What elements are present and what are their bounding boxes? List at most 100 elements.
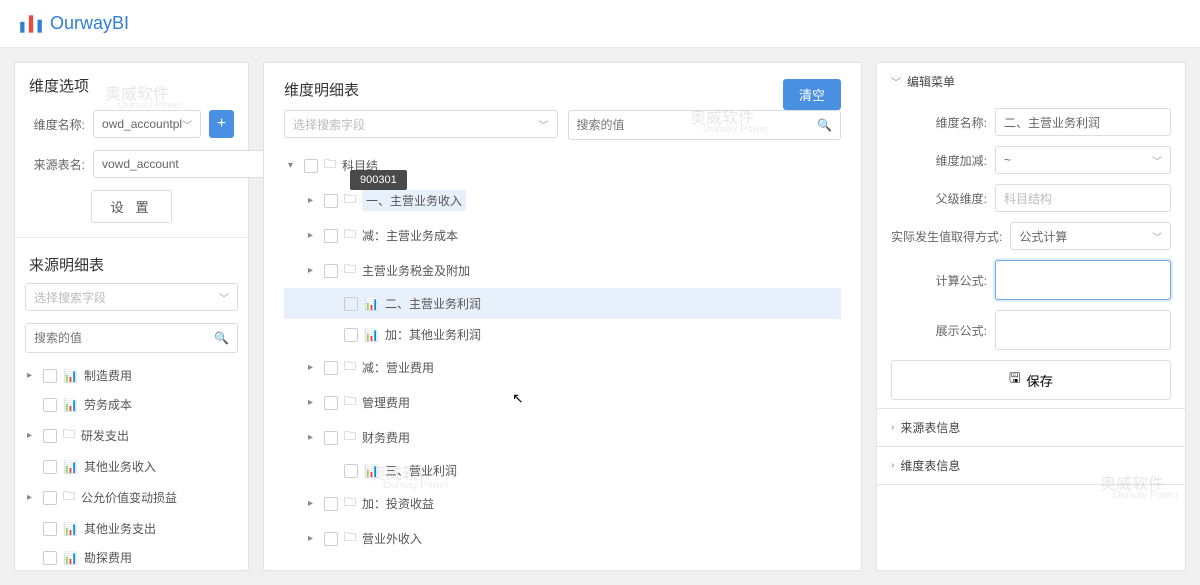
chevron-down-icon: ﹀	[539, 117, 549, 132]
r-parent-input[interactable]	[995, 184, 1171, 212]
checkbox[interactable]	[43, 491, 57, 505]
caret-icon: ▸	[27, 430, 37, 441]
source-table-input[interactable]	[93, 150, 266, 178]
checkbox[interactable]	[344, 464, 358, 478]
folder-icon: 🗀	[344, 190, 356, 211]
tree-label: 主营业务税金及附加	[362, 262, 470, 279]
chevron-right-icon: ›	[891, 422, 894, 433]
r-formula-input[interactable]	[995, 260, 1171, 300]
tree-item[interactable]: ▸ 🗀 研发支出	[23, 419, 240, 452]
center-tree: 900301 ↖ ▾ 🗀 科目结▸ 🗀 一、主营业务收入▸ 🗀 减：主营业务成本…	[284, 148, 841, 554]
tree-item[interactable]: ▸ 🗀 公允价值变动损益	[23, 481, 240, 514]
tree-label: 减：主营业务成本	[362, 227, 458, 244]
logo-icon	[18, 11, 44, 37]
checkbox[interactable]	[344, 297, 358, 311]
caret-icon: ▸	[27, 370, 37, 381]
tree-label: 管理费用	[362, 394, 410, 411]
tree-item[interactable]: ▸ 🗀 减：主营业务成本	[284, 218, 841, 253]
options-title: 维度选项	[15, 63, 248, 104]
checkbox[interactable]	[324, 264, 338, 278]
left-search-value[interactable]: 🔍	[25, 323, 238, 353]
tree-item[interactable]: 📊 其他业务支出	[23, 514, 240, 543]
r-parent-label: 父级维度:	[891, 190, 987, 207]
app-header: OurwayBI	[0, 0, 1200, 48]
caret-icon: ▸	[308, 397, 318, 408]
detail-title: 来源明细表	[15, 242, 248, 283]
folder-icon: 🗀	[344, 392, 356, 413]
left-search-input[interactable]	[34, 331, 214, 345]
left-search-field-select[interactable]: 选择搜索字段﹀	[25, 283, 238, 311]
checkbox[interactable]	[43, 460, 57, 474]
tree-item[interactable]: ▸ 🗀 管理费用	[284, 385, 841, 420]
right-panel: ﹀ 编辑菜单 维度名称: 维度加减: ~﹀ 父级维度: 实际发生值取得方式:	[876, 62, 1186, 571]
r-dim-name-input[interactable]	[995, 108, 1171, 136]
source-info-header[interactable]: › 来源表信息	[877, 409, 1185, 446]
checkbox[interactable]	[43, 398, 57, 412]
tree-label: 加：投资收益	[362, 495, 434, 512]
left-tree: ▸ 📊 制造费用 📊 劳务成本▸ 🗀 研发支出 📊 其他业务收入▸ 🗀 公允价值…	[15, 359, 248, 570]
tree-item[interactable]: 📊 三、营业利润	[284, 455, 841, 486]
app-logo: OurwayBI	[18, 11, 129, 37]
caret-icon: ▸	[308, 362, 318, 373]
chevron-right-icon: ›	[891, 460, 894, 471]
tree-item[interactable]: ▸ 📊 制造费用	[23, 361, 240, 390]
r-dim-name-label: 维度名称:	[891, 114, 987, 131]
folder-icon: 🗀	[344, 427, 356, 448]
tree-item[interactable]: 📊 其他业务收入	[23, 452, 240, 481]
tooltip: 900301	[350, 170, 407, 190]
checkbox[interactable]	[324, 194, 338, 208]
chevron-down-icon: ﹀	[891, 74, 901, 89]
checkbox[interactable]	[324, 532, 338, 546]
setting-button[interactable]: 设 置	[91, 190, 171, 223]
tree-label: 研发支出	[81, 427, 129, 444]
checkbox[interactable]	[43, 369, 57, 383]
logo-text: OurwayBI	[50, 13, 129, 34]
folder-icon: 🗀	[63, 487, 75, 508]
chart-icon: 📊	[364, 297, 379, 311]
tree-item[interactable]: 📊 劳务成本	[23, 390, 240, 419]
caret-icon: ▸	[27, 492, 37, 503]
search-icon: 🔍	[214, 331, 229, 345]
r-display-formula-input[interactable]	[995, 310, 1171, 350]
center-panel: 维度明细表 清空 选择搜索字段﹀ 🔍 900301 ↖ ▾ 🗀 科目结▸ 🗀 一…	[263, 62, 862, 571]
checkbox[interactable]	[324, 431, 338, 445]
tree-item[interactable]: ▸ 🗀 主营业务税金及附加	[284, 253, 841, 288]
add-button[interactable]: +	[209, 110, 234, 138]
folder-icon: 🗀	[344, 260, 356, 281]
tree-item[interactable]: 📊 二、主营业务利润	[284, 288, 841, 319]
center-search-input[interactable]	[577, 118, 818, 132]
save-button[interactable]: 🖫 保存	[891, 360, 1171, 400]
tree-item[interactable]: ▸ 🗀 加：投资收益	[284, 486, 841, 521]
r-dim-add-select[interactable]: ~﹀	[995, 146, 1171, 174]
dim-info-header[interactable]: › 维度表信息	[877, 447, 1185, 484]
center-search-field-select[interactable]: 选择搜索字段﹀	[284, 110, 558, 138]
dim-name-select[interactable]: owd_accountpl﹀	[93, 110, 201, 138]
checkbox[interactable]	[43, 551, 57, 565]
tree-label: 公允价值变动损益	[81, 489, 177, 506]
edit-menu-header[interactable]: ﹀ 编辑菜单	[877, 63, 1185, 100]
tree-item[interactable]: ▸ 🗀 减：营业费用	[284, 350, 841, 385]
checkbox[interactable]	[324, 497, 338, 511]
checkbox[interactable]	[304, 159, 318, 173]
checkbox[interactable]	[324, 361, 338, 375]
center-title: 维度明细表	[284, 79, 359, 110]
checkbox[interactable]	[43, 429, 57, 443]
center-search-value[interactable]: 🔍	[568, 110, 842, 140]
left-panel: 维度选项 维度名称: owd_accountpl﹀ + 来源表名: 设 置 来源…	[14, 62, 249, 571]
checkbox[interactable]	[344, 328, 358, 342]
checkbox[interactable]	[324, 229, 338, 243]
r-actual-label: 实际发生值取得方式:	[891, 228, 1002, 245]
checkbox[interactable]	[324, 396, 338, 410]
tree-item[interactable]: ▸ 🗀 财务费用	[284, 420, 841, 455]
checkbox[interactable]	[43, 522, 57, 536]
r-dim-add-label: 维度加减:	[891, 152, 987, 169]
tree-label: 其他业务收入	[84, 458, 156, 475]
chart-icon: 📊	[63, 369, 78, 383]
r-actual-select[interactable]: 公式计算﹀	[1010, 222, 1171, 250]
clear-button[interactable]: 清空	[783, 79, 841, 110]
folder-icon: 🗀	[324, 155, 336, 176]
tree-item[interactable]: 📊 加：其他业务利润	[284, 319, 841, 350]
tree-item[interactable]: ▸ 🗀 营业外收入	[284, 521, 841, 554]
tree-item[interactable]: 📊 勘探费用	[23, 543, 240, 570]
r-display-formula-label: 展示公式:	[891, 322, 987, 339]
